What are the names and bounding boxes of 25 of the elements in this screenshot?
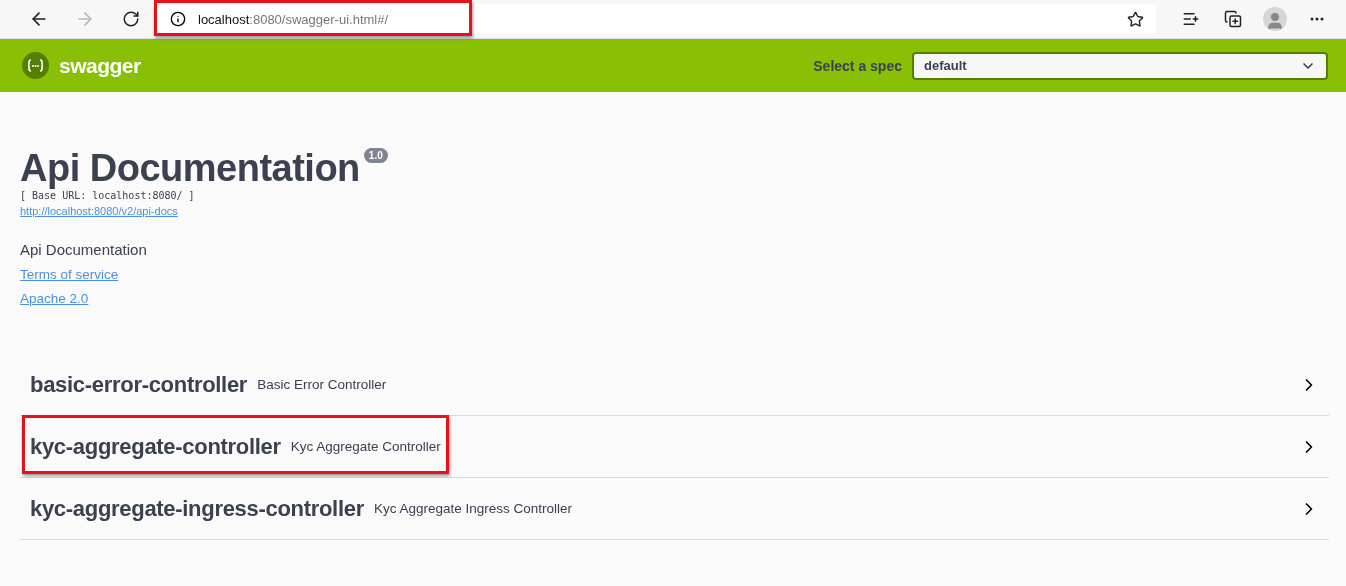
api-description: Api Documentation xyxy=(20,241,148,258)
info-icon[interactable] xyxy=(170,11,186,27)
tag-section[interactable]: basic-error-controller Basic Error Controller xyxy=(20,354,1329,416)
tag-name: basic-error-controller xyxy=(30,371,248,398)
tag-description: Kyc Aggregate Ingress Controller xyxy=(373,501,573,516)
url-text: localhost:8080/swagger-ui.html#/ xyxy=(198,11,390,27)
tag-section[interactable]: kyc-aggregate-ingress-controller Kyc Aggregate Ingress Controller xyxy=(20,478,1329,540)
more-icon xyxy=(1310,17,1324,21)
spec-label: Select a spec xyxy=(813,57,902,74)
reload-icon xyxy=(122,10,140,28)
version-badge: 1.0 xyxy=(363,148,388,163)
base-url: [ Base URL: localhost:8080/ ] xyxy=(20,190,196,201)
tag-name: kyc-aggregate-controller xyxy=(30,433,281,460)
avatar-icon xyxy=(1263,7,1287,31)
star-icon xyxy=(1126,10,1144,28)
tag-section[interactable]: kyc-aggregate-controller Kyc Aggregate Controller xyxy=(20,416,1329,478)
tag-description: Basic Error Controller xyxy=(257,377,387,392)
favorites-icon xyxy=(1182,10,1200,28)
tag-description: Kyc Aggregate Controller xyxy=(290,439,441,454)
brand-name: swagger xyxy=(59,53,142,78)
tag-name: kyc-aggregate-ingress-controller xyxy=(30,495,364,522)
api-title: Api Documentation xyxy=(20,146,360,190)
logo-icon xyxy=(22,52,49,79)
collections-icon xyxy=(1224,10,1242,28)
spec-select[interactable]: default xyxy=(912,51,1328,80)
